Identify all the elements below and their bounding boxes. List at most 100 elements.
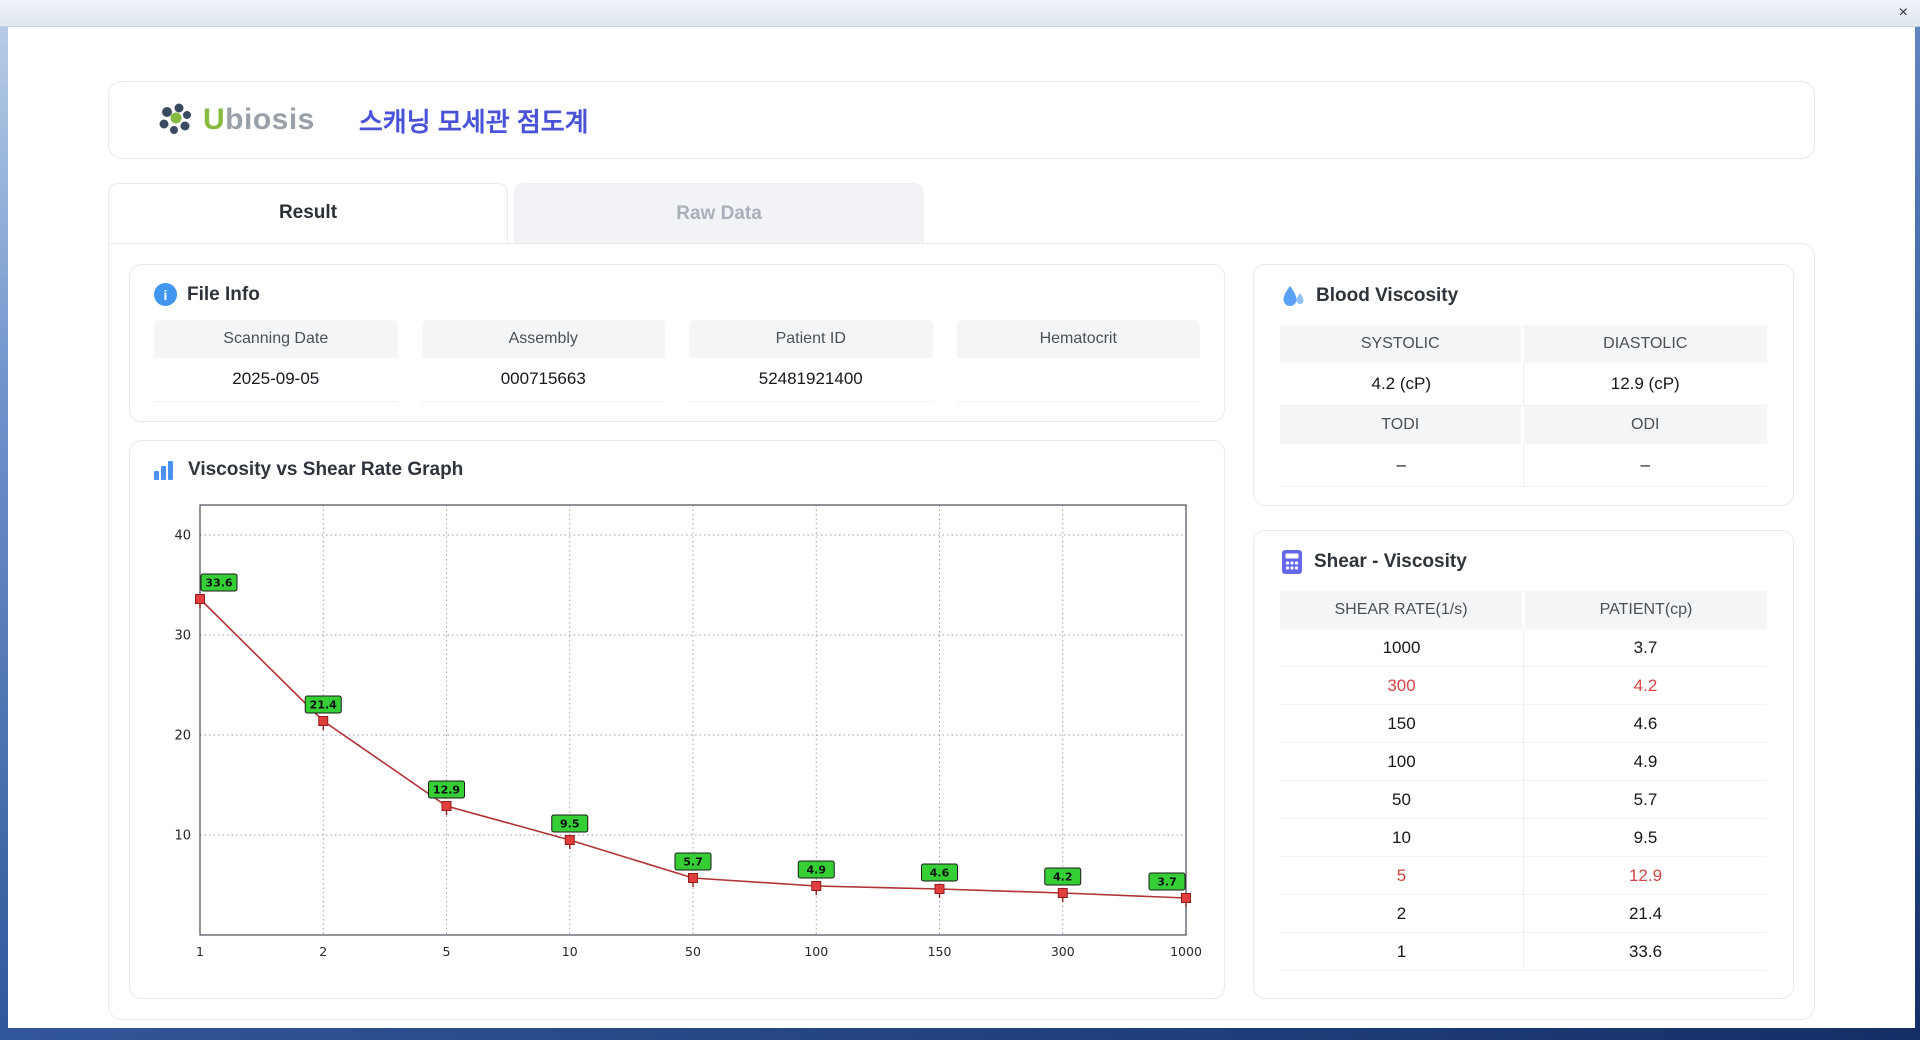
svg-text:300: 300 (1051, 944, 1075, 959)
svg-text:30: 30 (174, 629, 191, 644)
header-card: Ubiosis 스캐닝 모세관 점도계 (108, 81, 1815, 159)
svg-text:4.9: 4.9 (807, 864, 827, 877)
left-column: i File Info Scanning Date 2025-09-05 Ass… (129, 264, 1225, 999)
field-value: 52481921400 (689, 358, 933, 402)
table-row: 1000 3.7 (1280, 629, 1767, 667)
shear-rate-cell: 50 (1280, 781, 1524, 819)
svg-text:10: 10 (174, 829, 191, 844)
shear-rate-cell: 5 (1280, 857, 1524, 895)
shear-rate-cell: 100 (1280, 743, 1524, 781)
logo-letters-biosis: biosis (225, 103, 315, 136)
file-info-card: i File Info Scanning Date 2025-09-05 Ass… (129, 264, 1225, 422)
table-row: 300 4.2 (1280, 667, 1767, 705)
right-column: Blood Viscosity SYSTOLIC DIASTOLIC 4.2 (… (1253, 264, 1794, 999)
bar-chart-icon (154, 460, 178, 480)
patient-cell: 5.7 (1524, 781, 1767, 819)
logo-letter-u: U (203, 103, 226, 136)
svg-text:50: 50 (685, 944, 701, 959)
shear-viscosity-title: Shear - Viscosity (1314, 551, 1467, 572)
droplet-icon (1283, 286, 1304, 306)
svg-text:2: 2 (319, 944, 327, 959)
patient-cell: 3.7 (1524, 629, 1767, 667)
svg-text:5.7: 5.7 (683, 856, 703, 869)
table-row: 100 4.9 (1280, 743, 1767, 781)
svg-text:3.7: 3.7 (1157, 876, 1177, 889)
logo-text: Ubiosis (203, 103, 315, 137)
graph-card: Viscosity vs Shear Rate Graph 10 20 30 40 1 2… (129, 440, 1225, 999)
bv-value-odi: – (1523, 444, 1767, 487)
patient-cell: 4.9 (1524, 743, 1767, 781)
patient-cell: 33.6 (1524, 933, 1767, 971)
tab-result[interactable]: Result (108, 183, 508, 243)
shear-viscosity-table: SHEAR RATE(1/s) PATIENT(cp) 1000 3.7 300… (1280, 591, 1767, 971)
bv-value-systolic: 4.2 (cP) (1280, 363, 1524, 406)
shear-rate-cell: 300 (1280, 667, 1524, 705)
field-label: Hematocrit (956, 320, 1200, 358)
svg-text:1000: 1000 (1170, 944, 1202, 959)
field-patient-id: Patient ID 52481921400 (689, 320, 933, 402)
svg-text:1: 1 (196, 944, 204, 959)
field-value: 2025-09-05 (154, 358, 398, 402)
patient-cell: 12.9 (1524, 857, 1767, 895)
bv-label-systolic: SYSTOLIC (1280, 325, 1524, 363)
patient-cell: 21.4 (1524, 895, 1767, 933)
svg-text:20: 20 (174, 729, 191, 744)
graph-title: Viscosity vs Shear Rate Graph (188, 459, 464, 480)
table-header-row: SHEAR RATE(1/s) PATIENT(cp) (1280, 591, 1767, 629)
blood-viscosity-grid: SYSTOLIC DIASTOLIC 4.2 (cP) 12.9 (cP) TO… (1280, 325, 1767, 487)
patient-cell: 9.5 (1524, 819, 1767, 857)
calculator-icon (1282, 550, 1302, 574)
svg-text:21.4: 21.4 (310, 699, 337, 712)
chart-area: 10 20 30 40 1 2 5 10 50 100 150 300 1000 33.6 21.4 12.9… (154, 491, 1202, 974)
tab-bar: Result Raw Data (108, 183, 1815, 243)
svg-text:10: 10 (562, 944, 578, 959)
shear-rate-cell: 1 (1280, 933, 1524, 971)
table-row: 150 4.6 (1280, 705, 1767, 743)
shear-rate-cell: 10 (1280, 819, 1524, 857)
shear-rate-cell: 1000 (1280, 629, 1524, 667)
shear-rate-cell: 2 (1280, 895, 1524, 933)
svg-text:150: 150 (928, 944, 952, 959)
blood-viscosity-title: Blood Viscosity (1316, 285, 1459, 306)
window-titlebar: × (0, 0, 1920, 27)
svg-text:12.9: 12.9 (433, 784, 460, 797)
close-icon[interactable]: × (1899, 3, 1908, 23)
file-info-title: File Info (187, 283, 260, 305)
patient-cell: 4.2 (1524, 667, 1767, 705)
field-label: Assembly (421, 320, 665, 358)
table-row: 5 12.9 (1280, 857, 1767, 895)
svg-text:4.2: 4.2 (1053, 871, 1073, 884)
svg-text:5: 5 (443, 944, 451, 959)
field-hematocrit: Hematocrit (956, 320, 1200, 402)
table-row: 50 5.7 (1280, 781, 1767, 819)
field-value: 000715663 (421, 358, 665, 402)
blood-viscosity-card: Blood Viscosity SYSTOLIC DIASTOLIC 4.2 (… (1253, 264, 1794, 506)
viscosity-chart: 10 20 30 40 1 2 5 10 50 100 150 300 1000 33.6 21.4 12.9… (174, 504, 1202, 959)
ubiosis-logo: Ubiosis (157, 103, 315, 137)
bv-label-odi: ODI (1523, 406, 1767, 444)
patient-cell: 4.6 (1524, 705, 1767, 743)
field-scanning-date: Scanning Date 2025-09-05 (154, 320, 398, 402)
logo-cluster-icon (159, 103, 191, 134)
shear-rate-cell: 150 (1280, 705, 1524, 743)
desktop-background: × Ubiosis 스캐닝 모세관 점도계 Result Raw Data i … (0, 0, 1920, 1040)
svg-text:9.5: 9.5 (560, 818, 580, 831)
sv-col-shear-rate: SHEAR RATE(1/s) (1280, 591, 1525, 629)
field-assembly: Assembly 000715663 (421, 320, 665, 402)
bv-value-todi: – (1280, 444, 1524, 487)
svg-text:100: 100 (804, 944, 828, 959)
info-icon: i (154, 283, 177, 306)
field-label: Patient ID (689, 320, 933, 358)
tab-raw-data[interactable]: Raw Data (514, 183, 924, 243)
bv-label-todi: TODI (1280, 406, 1524, 444)
table-row: 2 21.4 (1280, 895, 1767, 933)
app-window: Ubiosis 스캐닝 모세관 점도계 Result Raw Data i Fi… (8, 27, 1915, 1028)
bv-label-diastolic: DIASTOLIC (1523, 325, 1767, 363)
file-info-fields: Scanning Date 2025-09-05 Assembly 000715… (154, 320, 1200, 402)
svg-text:33.6: 33.6 (205, 577, 232, 590)
main-content: i File Info Scanning Date 2025-09-05 Ass… (108, 243, 1815, 1020)
table-row: 1 33.6 (1280, 933, 1767, 971)
field-value (956, 358, 1200, 402)
bv-value-diastolic: 12.9 (cP) (1523, 363, 1767, 406)
page-content: Ubiosis 스캐닝 모세관 점도계 Result Raw Data i Fi… (8, 27, 1915, 1020)
